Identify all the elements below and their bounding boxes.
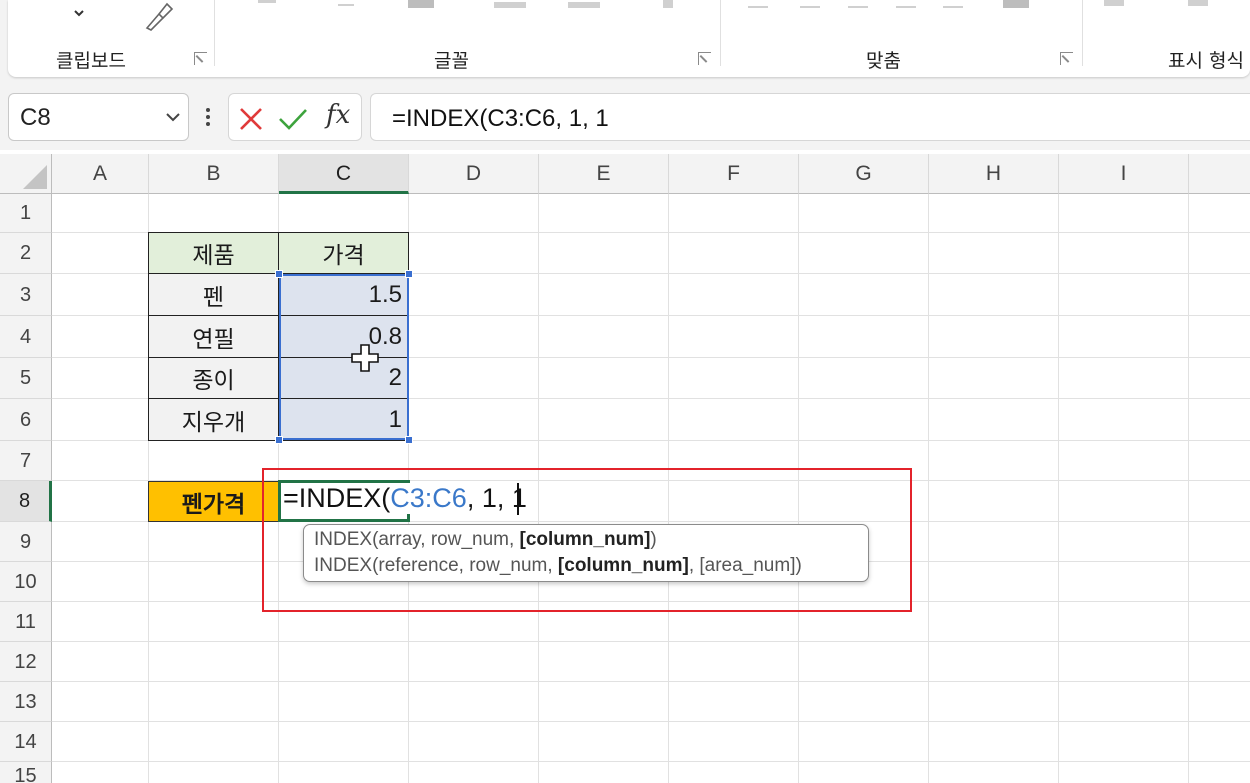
row-header-10[interactable]: 10: [0, 562, 52, 602]
alignment-launcher-icon[interactable]: [1060, 52, 1073, 65]
range-handle[interactable]: [275, 436, 283, 444]
column-header-b[interactable]: B: [149, 154, 279, 194]
column-header-i[interactable]: I: [1059, 154, 1189, 194]
phonetic-ghost-icon: [663, 0, 673, 8]
column-header-h[interactable]: H: [929, 154, 1059, 194]
table-header-product[interactable]: 제품: [148, 232, 279, 274]
font-launcher-icon[interactable]: [698, 52, 711, 65]
align-ghost-icon: [848, 6, 868, 8]
range-handle[interactable]: [405, 270, 413, 278]
spreadsheet-grid: A B C D E F G H I 1 2 3 4 5 6 7 8 9 10 1…: [0, 150, 1250, 783]
table-cell-product[interactable]: 지우개: [148, 398, 279, 441]
ribbon: 클립보드 글꼴 맞춤 표시 형식: [0, 0, 1250, 84]
row-header-6[interactable]: 6: [0, 399, 52, 441]
font-ghost-icon: [338, 4, 354, 6]
range-reference-highlight: [279, 274, 409, 440]
row-header-13[interactable]: 13: [0, 682, 52, 722]
number-group-label: 표시 형식: [1168, 50, 1244, 72]
border-ghost-icon: [408, 0, 434, 8]
chevron-down-icon[interactable]: [72, 6, 86, 20]
column-header-e[interactable]: E: [539, 154, 669, 194]
name-box-value: C8: [20, 104, 51, 131]
formula-buttons: fx: [228, 93, 362, 141]
row-header-2[interactable]: 2: [0, 233, 52, 274]
row-header-14[interactable]: 14: [0, 722, 52, 762]
cancel-x-icon[interactable]: [238, 107, 264, 131]
select-all-triangle-icon: [23, 165, 47, 189]
merge-ghost-icon: [1003, 0, 1029, 8]
gridline: [1188, 194, 1189, 783]
row-header-3[interactable]: 3: [0, 274, 52, 316]
column-header-g[interactable]: G: [799, 154, 929, 194]
clipboard-group-label: 클립보드: [56, 50, 126, 72]
insert-function-icon[interactable]: fx: [326, 100, 350, 130]
align-ghost-icon: [800, 6, 820, 8]
column-header-c[interactable]: C: [279, 154, 409, 194]
chevron-down-icon[interactable]: [164, 108, 182, 126]
percent-ghost-icon: [1188, 0, 1208, 6]
ribbon-home-panel: 클립보드 글꼴 맞춤 표시 형식: [8, 0, 1250, 77]
row-header-15[interactable]: 15: [0, 762, 52, 783]
row-header-4[interactable]: 4: [0, 316, 52, 358]
ribbon-divider: [214, 0, 215, 66]
clipboard-launcher-icon[interactable]: [194, 52, 207, 65]
ribbon-divider: [720, 0, 721, 66]
row-header-7[interactable]: 7: [0, 441, 52, 481]
row-header-12[interactable]: 12: [0, 642, 52, 682]
fill-ghost-icon: [494, 2, 526, 8]
name-box[interactable]: C8: [8, 93, 189, 141]
column-header-f[interactable]: F: [669, 154, 799, 194]
font-ghost-icon: [258, 0, 276, 3]
column-header-j[interactable]: [1189, 154, 1250, 194]
formula-input[interactable]: =INDEX(C3:C6, 1, 1: [370, 93, 1250, 141]
formula-bar: C8 fx =INDEX(C3:C6, 1, 1: [0, 84, 1250, 150]
table-header-price[interactable]: 가격: [278, 232, 409, 274]
more-options-icon[interactable]: [200, 106, 216, 128]
table-cell-product[interactable]: 펜: [148, 273, 279, 316]
row-header-11[interactable]: 11: [0, 602, 52, 642]
align-ghost-icon: [943, 6, 963, 8]
cell-b8-label[interactable]: 펜가격: [148, 481, 279, 522]
range-handle[interactable]: [405, 436, 413, 444]
move-cursor-icon: [351, 344, 379, 372]
table-cell-product[interactable]: 종이: [148, 357, 279, 399]
column-header-d[interactable]: D: [409, 154, 539, 194]
enter-check-icon[interactable]: [278, 107, 308, 131]
select-all-corner[interactable]: [0, 154, 52, 194]
row-header-1[interactable]: 1: [0, 194, 52, 233]
row-header-5[interactable]: 5: [0, 358, 52, 399]
gridline: [928, 194, 929, 783]
format-painter-icon[interactable]: [141, 0, 175, 32]
alignment-group-label: 맞춤: [866, 50, 901, 72]
align-ghost-icon: [896, 6, 916, 8]
fontcolor-ghost-icon: [568, 2, 600, 8]
align-ghost-icon: [748, 6, 768, 8]
column-header-a[interactable]: A: [52, 154, 149, 194]
range-handle[interactable]: [275, 270, 283, 278]
gridline: [1058, 194, 1059, 783]
row-header-9[interactable]: 9: [0, 522, 52, 562]
annotation-highlight-box: [262, 468, 912, 612]
table-cell-product[interactable]: 연필: [148, 315, 279, 358]
formula-text: =INDEX(C3:C6, 1, 1: [392, 105, 609, 132]
gridline: [52, 641, 1250, 642]
gridline: [52, 721, 1250, 722]
ribbon-divider: [1082, 0, 1083, 66]
row-header-8[interactable]: 8: [0, 481, 52, 522]
gridline: [52, 681, 1250, 682]
font-group-label: 글꼴: [434, 50, 469, 72]
number-ghost-icon: [1104, 0, 1124, 6]
gridline: [52, 761, 1250, 762]
